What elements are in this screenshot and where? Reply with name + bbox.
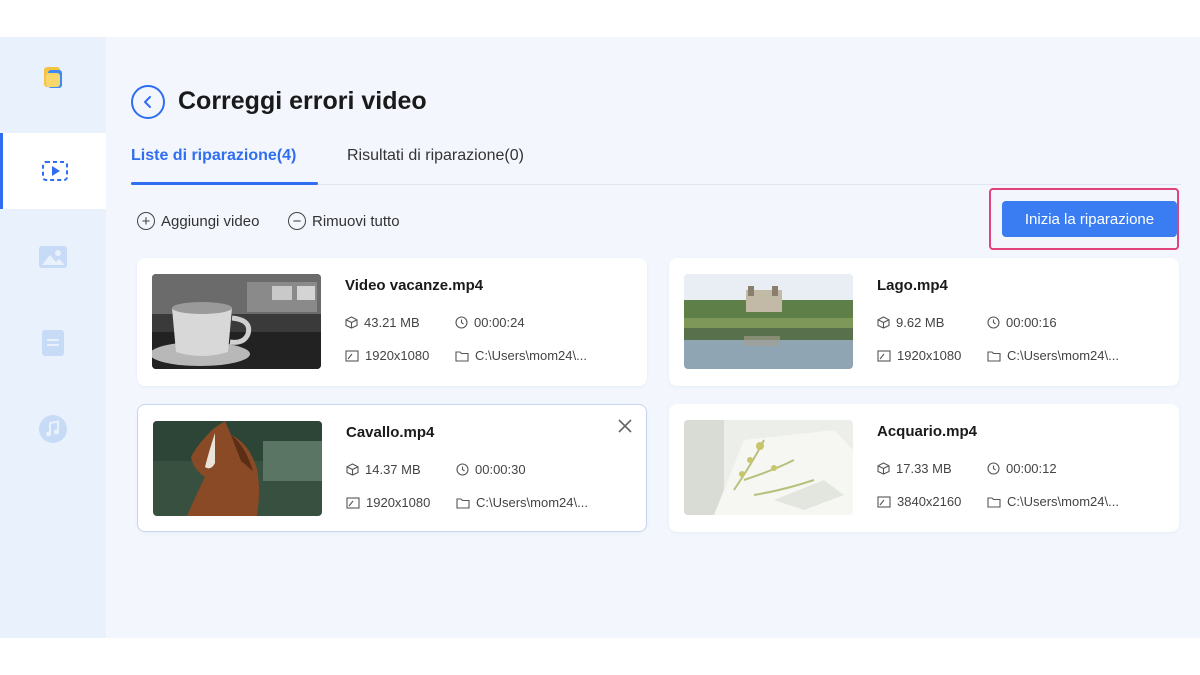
- sidebar-item-documents[interactable]: [0, 305, 106, 381]
- resolution-icon: [877, 349, 891, 362]
- sidebar-item-images[interactable]: [0, 219, 106, 295]
- sidebar-item-music[interactable]: [0, 391, 106, 467]
- file-name: Acquario.mp4: [877, 423, 978, 440]
- remove-all-button[interactable]: − Rimuovi tutto: [288, 212, 400, 230]
- music-icon: [39, 415, 67, 443]
- file-duration-value: 00:00:24: [474, 315, 525, 330]
- tab-bar: Liste di riparazione(4) Risultati di rip…: [131, 137, 1181, 185]
- file-resolution-value: 1920x1080: [897, 348, 962, 363]
- file-path: C:\Users\mom24\...: [987, 494, 1119, 509]
- resolution-icon: [346, 496, 360, 509]
- file-size: 43.21 MB: [345, 315, 420, 330]
- chevron-left-icon: [144, 96, 151, 108]
- clock-icon: [456, 463, 469, 476]
- clock-icon: [987, 462, 1000, 475]
- file-path-value: C:\Users\mom24\...: [1007, 494, 1119, 509]
- file-resolution-value: 1920x1080: [366, 495, 431, 510]
- file-duration: 00:00:12: [987, 461, 1057, 476]
- cube-icon: [877, 462, 890, 475]
- file-duration-value: 00:00:30: [475, 462, 526, 477]
- file-path-value: C:\Users\mom24\...: [475, 348, 587, 363]
- remove-all-label: Rimuovi tutto: [312, 212, 400, 230]
- sidebar: [0, 37, 106, 638]
- file-size: 9.62 MB: [877, 315, 944, 330]
- document-icon: [42, 330, 64, 356]
- start-repair-button[interactable]: Inizia la riparazione: [1002, 201, 1177, 237]
- active-tab-indicator: [131, 182, 318, 185]
- minus-circle-icon: −: [288, 212, 306, 230]
- video-card[interactable]: Cavallo.mp4 14.37 MB 00:00:30 1920x1080 …: [137, 404, 647, 532]
- file-size-value: 14.37 MB: [365, 462, 421, 477]
- file-name: Lago.mp4: [877, 277, 948, 294]
- file-resolution: 1920x1080: [877, 348, 961, 363]
- add-video-label: Aggiungi video: [161, 212, 260, 230]
- file-path-value: C:\Users\mom24\...: [1007, 348, 1119, 363]
- sidebar-item-files[interactable]: [0, 39, 106, 115]
- file-duration: 00:00:24: [455, 315, 525, 330]
- file-duration: 00:00:30: [456, 462, 526, 477]
- folder-outline-icon: [987, 496, 1001, 508]
- file-path-value: C:\Users\mom24\...: [476, 495, 588, 510]
- folder-icon: [44, 67, 62, 88]
- video-thumbnail: [684, 274, 853, 369]
- add-video-button[interactable]: + Aggiungi video: [137, 212, 259, 230]
- folder-outline-icon: [456, 497, 470, 509]
- file-duration: 00:00:16: [987, 315, 1057, 330]
- file-duration-value: 00:00:16: [1006, 315, 1057, 330]
- video-card[interactable]: Acquario.mp4 17.33 MB 00:00:12 3840x2160…: [669, 404, 1179, 532]
- file-name: Cavallo.mp4: [346, 424, 435, 441]
- cube-icon: [877, 316, 890, 329]
- main-panel: Correggi errori video Liste di riparazio…: [106, 37, 1200, 638]
- video-thumbnail: [152, 274, 321, 369]
- back-button[interactable]: [131, 85, 165, 119]
- file-resolution-value: 1920x1080: [365, 348, 430, 363]
- video-card[interactable]: Lago.mp4 9.62 MB 00:00:16 1920x1080 C:\U…: [669, 258, 1179, 386]
- app-window: Correggi errori video Liste di riparazio…: [0, 37, 1200, 638]
- cube-icon: [345, 316, 358, 329]
- file-path: C:\Users\mom24\...: [455, 348, 587, 363]
- close-icon: [618, 419, 632, 433]
- file-resolution: 1920x1080: [345, 348, 429, 363]
- folder-outline-icon: [987, 350, 1001, 362]
- file-resolution: 3840x2160: [877, 494, 961, 509]
- tab-repair-list[interactable]: Liste di riparazione(4): [131, 147, 296, 165]
- image-icon: [39, 246, 67, 268]
- cube-icon: [346, 463, 359, 476]
- file-size-value: 43.21 MB: [364, 315, 420, 330]
- tab-repair-results[interactable]: Risultati di riparazione(0): [347, 147, 524, 165]
- video-card[interactable]: Video vacanze.mp4 43.21 MB 00:00:24 1920…: [137, 258, 647, 386]
- folder-outline-icon: [455, 350, 469, 362]
- plus-circle-icon: +: [137, 212, 155, 230]
- sidebar-item-video[interactable]: [0, 133, 106, 209]
- video-icon: [41, 161, 68, 181]
- page-title: Correggi errori video: [178, 87, 427, 115]
- video-thumbnail: [153, 421, 322, 516]
- file-resolution: 1920x1080: [346, 495, 430, 510]
- file-name: Video vacanze.mp4: [345, 277, 484, 294]
- file-size-value: 9.62 MB: [896, 315, 945, 330]
- file-size: 14.37 MB: [346, 462, 421, 477]
- video-thumbnail: [684, 420, 853, 515]
- file-resolution-value: 3840x2160: [897, 494, 962, 509]
- file-path: C:\Users\mom24\...: [987, 348, 1119, 363]
- file-size: 17.33 MB: [877, 461, 952, 476]
- clock-icon: [987, 316, 1000, 329]
- file-size-value: 17.33 MB: [896, 461, 952, 476]
- remove-file-button[interactable]: [614, 415, 636, 437]
- file-path: C:\Users\mom24\...: [456, 495, 588, 510]
- clock-icon: [455, 316, 468, 329]
- resolution-icon: [877, 495, 891, 508]
- file-duration-value: 00:00:12: [1006, 461, 1057, 476]
- resolution-icon: [345, 349, 359, 362]
